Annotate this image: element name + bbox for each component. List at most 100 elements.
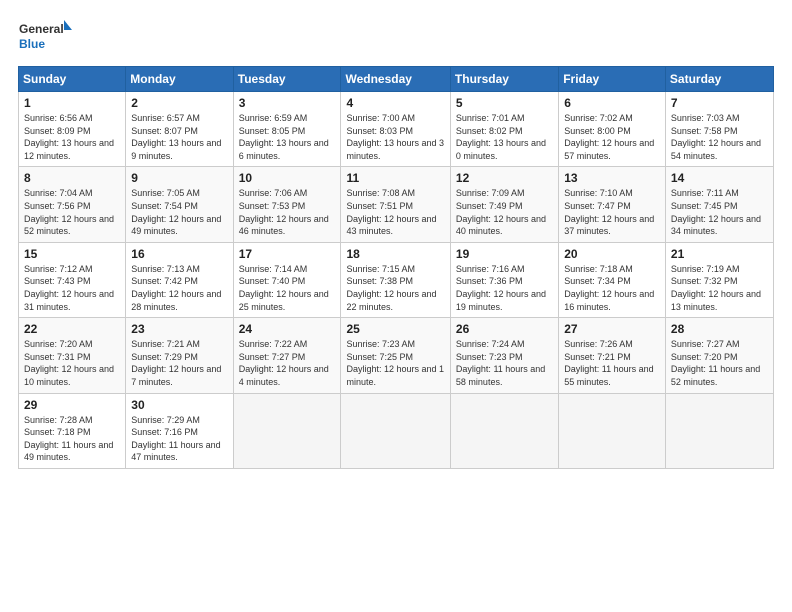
calendar-cell: 19 Sunrise: 7:16 AM Sunset: 7:36 PM Dayl… <box>450 242 558 317</box>
calendar-cell: 2 Sunrise: 6:57 AM Sunset: 8:07 PM Dayli… <box>126 92 233 167</box>
calendar-week-3: 15 Sunrise: 7:12 AM Sunset: 7:43 PM Dayl… <box>19 242 774 317</box>
day-number: 8 <box>24 171 120 185</box>
day-info: Sunrise: 7:13 AM Sunset: 7:42 PM Dayligh… <box>131 263 227 313</box>
day-info: Sunrise: 7:00 AM Sunset: 8:03 PM Dayligh… <box>346 112 444 162</box>
day-number: 5 <box>456 96 553 110</box>
day-info: Sunrise: 7:10 AM Sunset: 7:47 PM Dayligh… <box>564 187 660 237</box>
day-number: 24 <box>239 322 336 336</box>
day-info: Sunrise: 7:21 AM Sunset: 7:29 PM Dayligh… <box>131 338 227 388</box>
day-number: 15 <box>24 247 120 261</box>
day-number: 30 <box>131 398 227 412</box>
day-number: 6 <box>564 96 660 110</box>
calendar-cell: 28 Sunrise: 7:27 AM Sunset: 7:20 PM Dayl… <box>665 318 773 393</box>
day-number: 17 <box>239 247 336 261</box>
calendar-cell: 12 Sunrise: 7:09 AM Sunset: 7:49 PM Dayl… <box>450 167 558 242</box>
day-number: 11 <box>346 171 444 185</box>
day-info: Sunrise: 7:20 AM Sunset: 7:31 PM Dayligh… <box>24 338 120 388</box>
day-number: 22 <box>24 322 120 336</box>
calendar-cell: 9 Sunrise: 7:05 AM Sunset: 7:54 PM Dayli… <box>126 167 233 242</box>
calendar-cell: 5 Sunrise: 7:01 AM Sunset: 8:02 PM Dayli… <box>450 92 558 167</box>
weekday-header-saturday: Saturday <box>665 67 773 92</box>
day-info: Sunrise: 7:11 AM Sunset: 7:45 PM Dayligh… <box>671 187 768 237</box>
day-info: Sunrise: 7:22 AM Sunset: 7:27 PM Dayligh… <box>239 338 336 388</box>
day-info: Sunrise: 7:18 AM Sunset: 7:34 PM Dayligh… <box>564 263 660 313</box>
calendar-cell <box>233 393 341 468</box>
calendar-cell: 20 Sunrise: 7:18 AM Sunset: 7:34 PM Dayl… <box>559 242 666 317</box>
calendar-week-5: 29 Sunrise: 7:28 AM Sunset: 7:18 PM Dayl… <box>19 393 774 468</box>
day-number: 1 <box>24 96 120 110</box>
day-number: 7 <box>671 96 768 110</box>
day-info: Sunrise: 7:02 AM Sunset: 8:00 PM Dayligh… <box>564 112 660 162</box>
calendar-cell: 22 Sunrise: 7:20 AM Sunset: 7:31 PM Dayl… <box>19 318 126 393</box>
svg-text:General: General <box>19 22 64 36</box>
day-info: Sunrise: 6:57 AM Sunset: 8:07 PM Dayligh… <box>131 112 227 162</box>
calendar-cell <box>341 393 450 468</box>
calendar-cell: 10 Sunrise: 7:06 AM Sunset: 7:53 PM Dayl… <box>233 167 341 242</box>
calendar-cell: 23 Sunrise: 7:21 AM Sunset: 7:29 PM Dayl… <box>126 318 233 393</box>
calendar-cell: 26 Sunrise: 7:24 AM Sunset: 7:23 PM Dayl… <box>450 318 558 393</box>
calendar-cell: 8 Sunrise: 7:04 AM Sunset: 7:56 PM Dayli… <box>19 167 126 242</box>
calendar-cell: 13 Sunrise: 7:10 AM Sunset: 7:47 PM Dayl… <box>559 167 666 242</box>
calendar-cell: 14 Sunrise: 7:11 AM Sunset: 7:45 PM Dayl… <box>665 167 773 242</box>
weekday-header-friday: Friday <box>559 67 666 92</box>
day-number: 23 <box>131 322 227 336</box>
day-number: 21 <box>671 247 768 261</box>
calendar-cell: 25 Sunrise: 7:23 AM Sunset: 7:25 PM Dayl… <box>341 318 450 393</box>
day-info: Sunrise: 7:03 AM Sunset: 7:58 PM Dayligh… <box>671 112 768 162</box>
calendar-cell: 29 Sunrise: 7:28 AM Sunset: 7:18 PM Dayl… <box>19 393 126 468</box>
weekday-header-wednesday: Wednesday <box>341 67 450 92</box>
day-info: Sunrise: 7:27 AM Sunset: 7:20 PM Dayligh… <box>671 338 768 388</box>
logo-svg: General Blue <box>18 18 73 56</box>
day-number: 4 <box>346 96 444 110</box>
day-info: Sunrise: 7:05 AM Sunset: 7:54 PM Dayligh… <box>131 187 227 237</box>
svg-text:Blue: Blue <box>19 37 45 51</box>
calendar-cell: 3 Sunrise: 6:59 AM Sunset: 8:05 PM Dayli… <box>233 92 341 167</box>
day-info: Sunrise: 7:15 AM Sunset: 7:38 PM Dayligh… <box>346 263 444 313</box>
day-info: Sunrise: 7:23 AM Sunset: 7:25 PM Dayligh… <box>346 338 444 388</box>
day-number: 12 <box>456 171 553 185</box>
weekday-header-sunday: Sunday <box>19 67 126 92</box>
day-info: Sunrise: 7:06 AM Sunset: 7:53 PM Dayligh… <box>239 187 336 237</box>
day-number: 3 <box>239 96 336 110</box>
day-number: 16 <box>131 247 227 261</box>
calendar-cell: 16 Sunrise: 7:13 AM Sunset: 7:42 PM Dayl… <box>126 242 233 317</box>
day-number: 10 <box>239 171 336 185</box>
calendar-cell: 18 Sunrise: 7:15 AM Sunset: 7:38 PM Dayl… <box>341 242 450 317</box>
calendar-cell: 27 Sunrise: 7:26 AM Sunset: 7:21 PM Dayl… <box>559 318 666 393</box>
day-number: 25 <box>346 322 444 336</box>
day-info: Sunrise: 7:19 AM Sunset: 7:32 PM Dayligh… <box>671 263 768 313</box>
calendar-cell: 17 Sunrise: 7:14 AM Sunset: 7:40 PM Dayl… <box>233 242 341 317</box>
calendar-cell: 1 Sunrise: 6:56 AM Sunset: 8:09 PM Dayli… <box>19 92 126 167</box>
calendar-week-1: 1 Sunrise: 6:56 AM Sunset: 8:09 PM Dayli… <box>19 92 774 167</box>
day-info: Sunrise: 7:08 AM Sunset: 7:51 PM Dayligh… <box>346 187 444 237</box>
calendar-cell: 30 Sunrise: 7:29 AM Sunset: 7:16 PM Dayl… <box>126 393 233 468</box>
day-number: 14 <box>671 171 768 185</box>
weekday-header-monday: Monday <box>126 67 233 92</box>
day-info: Sunrise: 7:04 AM Sunset: 7:56 PM Dayligh… <box>24 187 120 237</box>
calendar-cell <box>559 393 666 468</box>
day-info: Sunrise: 7:24 AM Sunset: 7:23 PM Dayligh… <box>456 338 553 388</box>
day-info: Sunrise: 6:59 AM Sunset: 8:05 PM Dayligh… <box>239 112 336 162</box>
day-info: Sunrise: 7:09 AM Sunset: 7:49 PM Dayligh… <box>456 187 553 237</box>
calendar-cell <box>450 393 558 468</box>
day-info: Sunrise: 7:29 AM Sunset: 7:16 PM Dayligh… <box>131 414 227 464</box>
calendar-cell: 21 Sunrise: 7:19 AM Sunset: 7:32 PM Dayl… <box>665 242 773 317</box>
day-info: Sunrise: 6:56 AM Sunset: 8:09 PM Dayligh… <box>24 112 120 162</box>
calendar-week-2: 8 Sunrise: 7:04 AM Sunset: 7:56 PM Dayli… <box>19 167 774 242</box>
day-number: 18 <box>346 247 444 261</box>
day-number: 28 <box>671 322 768 336</box>
weekday-header-tuesday: Tuesday <box>233 67 341 92</box>
calendar-cell: 6 Sunrise: 7:02 AM Sunset: 8:00 PM Dayli… <box>559 92 666 167</box>
day-number: 20 <box>564 247 660 261</box>
day-info: Sunrise: 7:28 AM Sunset: 7:18 PM Dayligh… <box>24 414 120 464</box>
calendar-cell: 7 Sunrise: 7:03 AM Sunset: 7:58 PM Dayli… <box>665 92 773 167</box>
weekday-header-row: SundayMondayTuesdayWednesdayThursdayFrid… <box>19 67 774 92</box>
day-info: Sunrise: 7:16 AM Sunset: 7:36 PM Dayligh… <box>456 263 553 313</box>
weekday-header-thursday: Thursday <box>450 67 558 92</box>
calendar-cell <box>665 393 773 468</box>
day-number: 19 <box>456 247 553 261</box>
day-info: Sunrise: 7:14 AM Sunset: 7:40 PM Dayligh… <box>239 263 336 313</box>
page: General Blue SundayMondayTuesdayWednesda… <box>0 0 792 612</box>
day-number: 27 <box>564 322 660 336</box>
calendar-cell: 24 Sunrise: 7:22 AM Sunset: 7:27 PM Dayl… <box>233 318 341 393</box>
